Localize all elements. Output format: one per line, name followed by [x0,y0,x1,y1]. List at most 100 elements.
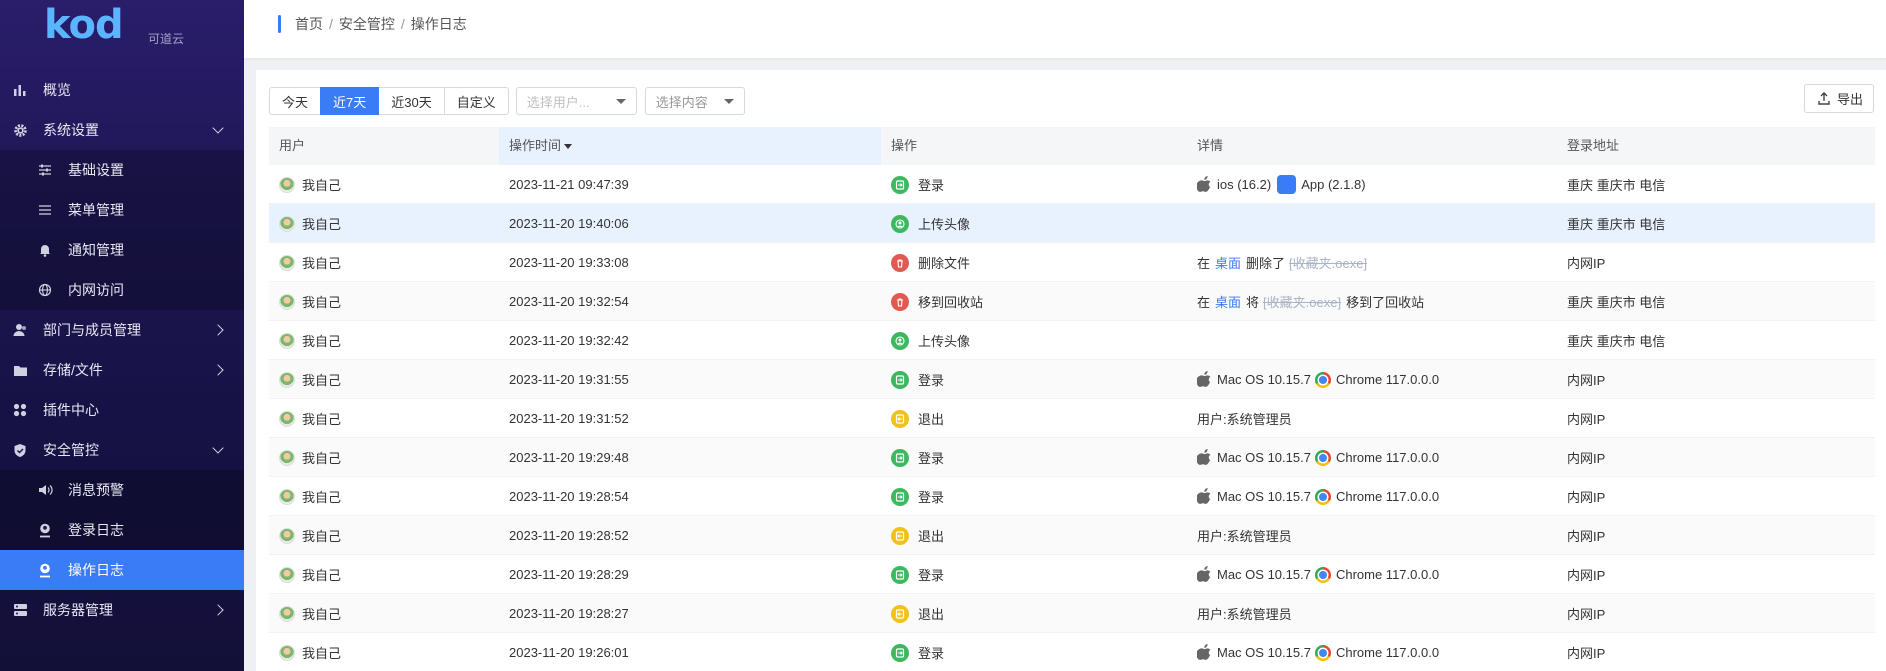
cell-user: 我自己 [279,594,341,633]
user-select[interactable]: 选择用户... [515,87,637,115]
action-label: 移到回收站 [918,295,984,310]
file-name: [收藏夹.oexe] [1263,295,1342,310]
sidebar-item-0[interactable]: 概览 [0,70,244,110]
user-name: 我自己 [302,568,342,583]
logout-icon [891,409,909,428]
export-button[interactable]: 导出 [1803,84,1874,113]
sidebar-item-5[interactable]: 内网访问 [0,270,244,310]
avatar [279,371,295,388]
cell-user: 我自己 [279,633,341,671]
cell-address: 内网IP [1567,412,1606,427]
sidebar-item-7[interactable]: 存储/文件 [0,350,244,390]
kod-app-icon [1277,175,1297,194]
login-icon [891,487,909,506]
cell-time: 2023-11-20 19:26:01 [509,645,629,660]
table-row[interactable]: 我自己 2023-11-20 19:28:29 登录 Mac OS 10.15.7 Ch… [269,555,1875,594]
avatar [279,488,295,505]
users-icon [12,322,28,338]
folder-link[interactable]: 桌面 [1215,292,1241,311]
cell-address: 内网IP [1567,490,1606,505]
cell-action: 上传头像 [891,321,970,360]
cell-detail: 在桌面将 [收藏夹.oexe] 移到了回收站 [1197,282,1424,321]
sidebar-item-10[interactable]: 消息预警 [0,470,244,510]
sidebar-item-label: 消息预警 [68,482,124,498]
trash-icon [891,292,909,311]
content-select-placeholder: 选择内容 [655,94,708,110]
sidebar-item-6[interactable]: 部门与成员管理 [0,310,244,350]
detail-text: 用户:系统管理员 [1197,412,1292,427]
user-name: 我自己 [302,529,342,544]
table-row[interactable]: 我自己 2023-11-20 19:28:54 登录 Mac OS 10.15.7 Ch… [269,477,1875,516]
chrome-icon [1314,449,1331,466]
os-label: Mac OS 10.15.7 [1217,567,1311,582]
table-row[interactable]: 我自己 2023-11-20 19:32:42 上传头像 重庆 重庆市 电信 [269,321,1875,360]
sidebar-item-3[interactable]: 菜单管理 [0,190,244,230]
apple-icon [1196,643,1212,663]
cell-detail: Mac OS 10.15.7 Chrome 117.0.0.0 [1196,633,1439,671]
sidebar-item-12[interactable]: 操作日志 [0,550,244,590]
logo-subtitle: 可道云 [148,32,185,46]
sidebar-item-11[interactable]: 登录日志 [0,510,244,550]
cell-user: 我自己 [279,438,341,477]
sidebar-item-8[interactable]: 插件中心 [0,390,244,430]
range-30days-button[interactable]: 近30天 [378,87,445,115]
table-row[interactable]: 我自己 2023-11-20 19:31:52 退出 用户:系统管理员 内网IP [269,399,1875,438]
sidebar-item-label: 插件中心 [43,402,99,418]
logo[interactable]: kod 可道云 [44,2,184,52]
sidebar-item-13[interactable]: 服务器管理 [0,590,244,630]
range-custom-button[interactable]: 自定义 [443,87,509,115]
table-row[interactable]: 我自己 2023-11-20 19:32:54 移到回收站 在桌面将 [收藏夹.oexe… [269,282,1875,321]
breadcrumb: 首页 / 安全管控 / 操作日志 [278,14,467,34]
sidebar-item-label: 通知管理 [68,242,124,258]
range-today-button[interactable]: 今天 [269,87,322,115]
col-addr-header: 登录地址 [1567,138,1620,153]
sidebar-item-2[interactable]: 基础设置 [0,150,244,190]
breadcrumb-separator: / [400,16,405,32]
breadcrumb-security[interactable]: 安全管控 [339,14,395,34]
cell-address: 内网IP [1567,568,1606,583]
col-time-header[interactable]: 操作时间 [499,127,881,165]
cell-user: 我自己 [279,555,341,594]
breadcrumb-home[interactable]: 首页 [295,14,323,34]
table-row[interactable]: 我自己 2023-11-20 19:40:06 上传头像 重庆 重庆市 电信 [269,204,1875,243]
cell-time: 2023-11-20 19:28:27 [509,606,629,621]
sidebar-item-4[interactable]: 通知管理 [0,230,244,270]
apple-icon [1196,487,1212,507]
sidebar-item-1[interactable]: 系统设置 [0,110,244,150]
sidebar: kod 可道云 概览 系统设置 基础设置 菜单管理通知管理内网访问部门与成员管理存储/… [0,0,244,671]
sidebar-item-label: 部门与成员管理 [43,322,141,338]
range-7days-button[interactable]: 近7天 [320,87,380,115]
sidebar-item-9[interactable]: 安全管控 [0,430,244,470]
avatar-upload-icon [891,214,909,233]
table-row[interactable]: 我自己 2023-11-20 19:28:52 退出 用户:系统管理员 内网IP [269,516,1875,555]
content-select[interactable]: 选择内容 [644,87,745,115]
action-label: 上传头像 [918,217,971,232]
action-label: 删除文件 [918,256,971,271]
sidebar-menu: 概览 系统设置 基础设置 菜单管理通知管理内网访问部门与成员管理存储/文件插件中心安全… [0,70,244,630]
chevron-right-icon [212,324,224,336]
user-name: 我自己 [302,178,342,193]
table-row[interactable]: 我自己 2023-11-21 09:47:39 登录 ios (16.2) App (2… [269,165,1875,204]
action-label: 退出 [918,607,945,622]
table-row[interactable]: 我自己 2023-11-20 19:33:08 删除文件 在桌面 删除了 [收藏夹.oex… [269,243,1875,282]
cell-address: 内网IP [1567,607,1606,622]
action-label: 退出 [918,412,945,427]
operation-log-table: 用户 操作时间 操作 详情 登录地址 我自己 2023-11-21 09:47:3… [269,127,1875,671]
breadcrumb-accent-bar [278,15,281,33]
table-row[interactable]: 我自己 2023-11-20 19:29:48 登录 Mac OS 10.15.7 Ch… [269,438,1875,477]
cell-address: 重庆 重庆市 电信 [1567,178,1666,193]
cell-action: 登录 [891,165,944,204]
user-name: 我自己 [302,451,342,466]
cell-time: 2023-11-20 19:31:52 [509,411,629,426]
sidebar-item-label: 登录日志 [68,522,124,538]
cell-time: 2023-11-20 19:28:54 [509,489,629,504]
cell-detail: 用户:系统管理员 [1197,594,1292,633]
cell-detail: 在桌面 删除了 [收藏夹.oexe] [1197,243,1372,282]
trash-icon [891,253,909,272]
chrome-icon [1314,371,1331,388]
folder-link[interactable]: 桌面 [1215,253,1241,272]
table-row[interactable]: 我自己 2023-11-20 19:31:55 登录 Mac OS 10.15.7 Ch… [269,360,1875,399]
col-user-header: 用户 [279,138,306,153]
table-row[interactable]: 我自己 2023-11-20 19:26:01 登录 Mac OS 10.15.7 Ch… [269,633,1875,671]
table-row[interactable]: 我自己 2023-11-20 19:28:27 退出 用户:系统管理员 内网IP [269,594,1875,633]
